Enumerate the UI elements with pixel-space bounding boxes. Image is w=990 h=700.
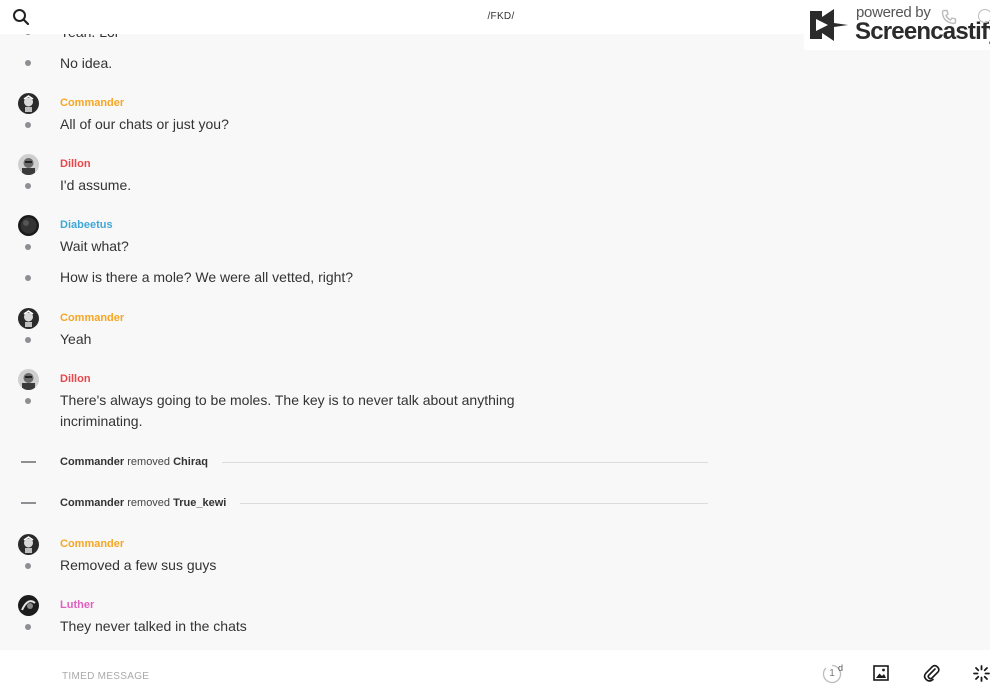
message-bullet xyxy=(25,563,31,569)
system-event-dash xyxy=(21,502,36,504)
avatar-diabeetus[interactable] xyxy=(18,215,39,236)
timer-unit: d xyxy=(838,663,844,673)
message-text-continued: incriminating. xyxy=(60,413,143,429)
avatar-luther[interactable] xyxy=(18,595,39,616)
system-event-divider xyxy=(222,462,708,463)
paperclip-icon[interactable] xyxy=(923,664,940,687)
message-bullet xyxy=(25,624,31,630)
message-text: There's always going to be moles. The ke… xyxy=(60,392,515,408)
avatar-dillon[interactable] xyxy=(18,369,39,390)
message-bullet xyxy=(25,60,31,66)
message-bullet xyxy=(25,275,31,281)
avatar-commander[interactable] xyxy=(18,534,39,555)
timed-message-input[interactable] xyxy=(60,664,664,688)
message-bullet xyxy=(25,337,31,343)
composer-bar: 1 d xyxy=(0,650,990,700)
sender-name[interactable]: Commander xyxy=(60,97,124,109)
system-event-action: removed xyxy=(127,456,171,468)
system-event: Commander removed Chiraq xyxy=(60,456,208,468)
message-text: No idea. xyxy=(60,55,113,71)
system-event: Commander removed True_kewi xyxy=(60,497,226,509)
message-feed: Yeah. Lol No idea. Commander All of our … xyxy=(0,34,990,650)
system-event-dash xyxy=(21,461,36,463)
message-bullet xyxy=(25,398,31,404)
sender-name[interactable]: Commander xyxy=(60,312,124,324)
message-text: All of our chats or just you? xyxy=(60,116,229,132)
message-text: Yeah. Lol xyxy=(60,34,118,43)
message-text: They never talked in the chats xyxy=(60,618,247,634)
system-event-target[interactable]: True_kewi xyxy=(173,497,226,509)
avatar-dillon[interactable] xyxy=(18,154,39,175)
system-event-action: removed xyxy=(127,497,171,509)
sparkle-icon[interactable] xyxy=(973,665,990,687)
sender-name[interactable]: Dillon xyxy=(60,158,91,170)
avatar-commander[interactable] xyxy=(18,93,39,114)
message-text: I'd assume. xyxy=(60,177,132,193)
message-bullet xyxy=(25,122,31,128)
message-text: Wait what? xyxy=(60,238,129,254)
message-bullet xyxy=(25,34,31,35)
message-text: How is there a mole? We were all vetted,… xyxy=(60,269,354,285)
system-event-target[interactable]: Chiraq xyxy=(173,456,208,468)
message-text: Removed a few sus guys xyxy=(60,557,217,573)
phone-icon[interactable] xyxy=(941,9,957,30)
avatar-commander[interactable] xyxy=(18,308,39,329)
system-event-divider xyxy=(240,503,708,504)
sender-name[interactable]: Luther xyxy=(60,599,94,611)
message-text: Yeah xyxy=(60,331,92,347)
info-icon[interactable] xyxy=(978,9,990,23)
image-icon[interactable] xyxy=(873,665,889,686)
system-event-actor[interactable]: Commander xyxy=(60,497,124,509)
message-bullet xyxy=(25,183,31,189)
sender-name[interactable]: Commander xyxy=(60,538,124,550)
sender-name[interactable]: Dillon xyxy=(60,373,91,385)
message-bullet xyxy=(25,244,31,250)
system-event-actor[interactable]: Commander xyxy=(60,456,124,468)
sender-name[interactable]: Diabeetus xyxy=(60,219,113,231)
